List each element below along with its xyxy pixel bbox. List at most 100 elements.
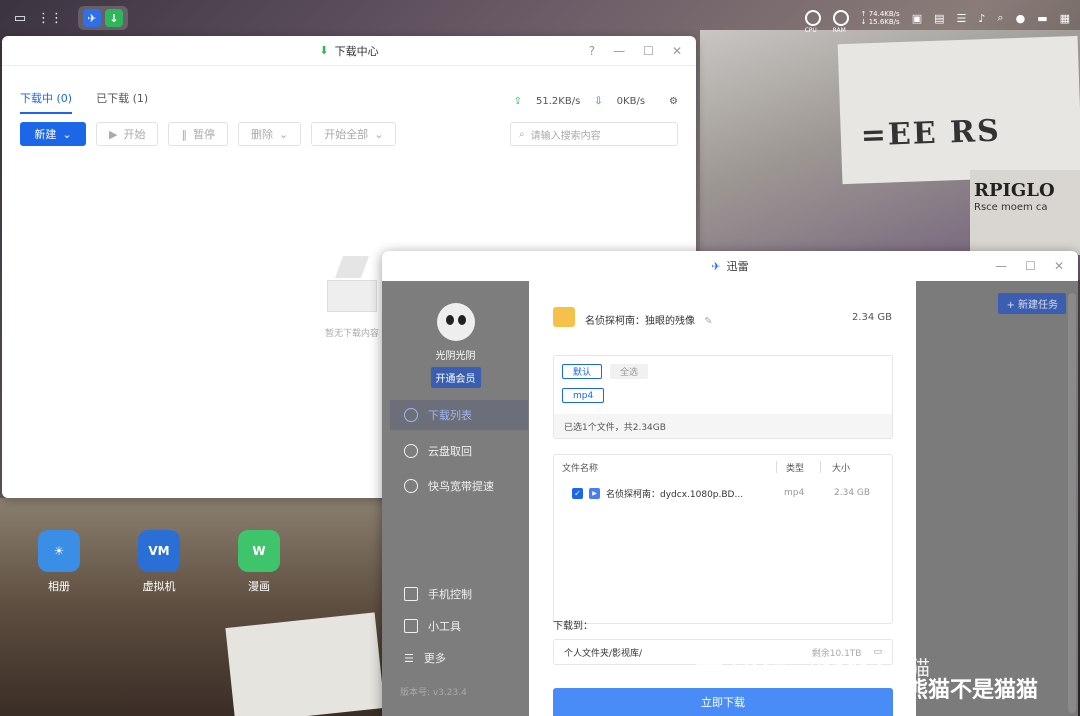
- download-list-icon: [404, 408, 418, 422]
- download-app-icon[interactable]: ↓: [105, 9, 123, 27]
- pause-button-label: 暂停: [192, 128, 215, 141]
- xunlei-window: ✈ 迅雷 — ☐ ✕ 光阴光阴 开通会员 下载列表 云盘取回 快鸟宽带提速 手机…: [382, 251, 1078, 716]
- start-button-label: 开始: [123, 128, 146, 141]
- chevron-down-icon: ⌄: [62, 127, 72, 141]
- sidebar-item-label: 快鸟宽带提速: [428, 480, 494, 493]
- wechat-logo-icon: [696, 655, 722, 678]
- wallpaper-newspaper: =EE RS: [837, 35, 1080, 185]
- window-title: 下载中心: [334, 44, 379, 58]
- speed-indicators: ⇪ 51.2KB/s ⇩ 0KB/s ⚙: [514, 96, 678, 107]
- edit-icon[interactable]: ✎: [704, 316, 712, 327]
- chevron-down-icon: ⌄: [278, 127, 289, 141]
- desktop-app-photos[interactable]: ☀ 相册: [24, 530, 94, 594]
- vip-button[interactable]: 开通会员: [430, 367, 481, 388]
- xunlei-sidebar: 光阴光阴 开通会员 下载列表 云盘取回 快鸟宽带提速 手机控制 小工具 ☰ 更多 …: [382, 281, 529, 716]
- video-file-icon: ▶: [589, 487, 600, 499]
- search-icon[interactable]: ⌕: [997, 11, 1003, 25]
- sidebar-item-phone-control[interactable]: 手机控制: [390, 579, 528, 609]
- watermark-text: 公众号 · Panda不是猫: [730, 656, 931, 680]
- ram-gauge-icon[interactable]: RAM: [832, 10, 849, 34]
- folder-icon: [553, 307, 575, 327]
- watermark-text-2: 熊猫不是猫猫: [906, 678, 1039, 703]
- photos-icon: ☀: [38, 530, 80, 572]
- storage-icon[interactable]: ▣: [912, 12, 922, 25]
- settings-gear-icon[interactable]: ⚙: [669, 96, 678, 107]
- checkbox-checked-icon[interactable]: ✓: [572, 487, 583, 499]
- start-all-button[interactable]: 开始全部 ⌄: [311, 122, 397, 146]
- sidebar-item-cloud-retrieve[interactable]: 云盘取回: [390, 436, 528, 466]
- help-icon[interactable]: ?: [589, 44, 595, 58]
- desktop-app-label: 相册: [48, 580, 70, 593]
- avatar[interactable]: [436, 303, 475, 341]
- desktop-app-vm[interactable]: VM 虚拟机: [124, 530, 194, 594]
- menu-icon: ☰: [404, 651, 414, 665]
- download-path: 个人文件夹/影视库/: [564, 648, 643, 659]
- xunlei-app-icon[interactable]: ✈: [83, 9, 101, 27]
- close-icon[interactable]: ✕: [1054, 259, 1064, 273]
- default-option[interactable]: 默认: [562, 364, 603, 379]
- file-size: 2.34 GB: [834, 488, 871, 498]
- delete-button[interactable]: 删除 ⌄: [237, 122, 302, 146]
- new-button[interactable]: 新建 ⌄: [20, 122, 86, 146]
- notification-bell-icon[interactable]: ♪: [978, 12, 985, 25]
- filter-options-box: 默认 全选 mp4 已选1个文件，共2.34GB: [553, 355, 893, 439]
- column-divider: [776, 461, 777, 473]
- dashboard-icon[interactable]: ▦: [1060, 12, 1070, 25]
- select-all-option[interactable]: 全选: [610, 364, 649, 379]
- window-titlebar[interactable]: ✈ 迅雷 — ☐ ✕: [382, 251, 1078, 281]
- file-table: 文件名称 类型 大小 ✓ ▶ 名侦探柯南：dydcx.1080p.BD... m…: [553, 454, 893, 624]
- search-placeholder: 请输入搜索内容: [530, 130, 601, 142]
- tab-downloading[interactable]: 下载中 (0): [20, 90, 73, 114]
- sidebar-item-tools[interactable]: 小工具: [390, 611, 528, 641]
- download-now-button[interactable]: 立即下载: [553, 688, 893, 716]
- start-button[interactable]: ▶ 开始: [96, 122, 159, 146]
- maximize-icon[interactable]: ☐: [1025, 259, 1036, 273]
- format-filter-mp4[interactable]: mp4: [562, 388, 605, 403]
- wallpaper-papers: [225, 612, 385, 716]
- new-task-button[interactable]: + 新建任务: [998, 293, 1066, 314]
- user-icon[interactable]: ●: [1016, 12, 1026, 25]
- app-grid-icon[interactable]: ⋮⋮: [37, 8, 63, 28]
- pause-button[interactable]: ‖ 暂停: [168, 122, 228, 146]
- upload-speed-icon: ⇪: [513, 96, 523, 107]
- widgets-icon[interactable]: ▬: [1037, 12, 1047, 25]
- table-row[interactable]: ✓ ▶ 名侦探柯南：dydcx.1080p.BD... mp4 2.34 GB: [572, 485, 888, 501]
- window-titlebar[interactable]: ⬇ 下载中心 ? — ☐ ✕: [2, 36, 696, 66]
- cpu-gauge-icon[interactable]: CPU: [804, 10, 821, 34]
- folder-name-row: 名侦探柯南：独眼的残像 ✎: [585, 312, 713, 327]
- version-text: 版本号: v3.23.4: [400, 688, 467, 698]
- search-icon: ⌕: [519, 128, 525, 140]
- search-input[interactable]: ⌕ 请输入搜索内容: [510, 122, 678, 146]
- sidebar-item-label: 小工具: [428, 620, 461, 633]
- xunlei-content-dimmed: + 新建任务: [916, 281, 1078, 716]
- sidebar-item-more[interactable]: ☰ 更多: [390, 643, 528, 673]
- desktop-app-comics[interactable]: W 漫画: [224, 530, 294, 594]
- desktop-icon[interactable]: ▭: [10, 8, 30, 28]
- network-speed[interactable]: ↑ 74.4KB/s ↓ 15.6KB/s: [861, 10, 900, 26]
- grid-icon: [404, 619, 418, 633]
- column-divider: [820, 461, 821, 473]
- watermark: 公众号 · Panda不是猫: [696, 652, 930, 681]
- net-up: ↑ 74.4KB/s: [860, 10, 900, 18]
- window-title: 迅雷: [726, 260, 749, 273]
- column-header-name: 文件名称: [562, 464, 599, 474]
- monitor-icon[interactable]: ▤: [934, 12, 944, 25]
- minimize-icon[interactable]: —: [995, 259, 1007, 273]
- tab-downloaded[interactable]: 已下载 (1): [96, 90, 148, 114]
- close-icon[interactable]: ✕: [672, 44, 682, 58]
- upload-speed: 51.2KB/s: [536, 96, 581, 107]
- desktop-app-label: 漫画: [248, 580, 270, 593]
- sidebar-item-label: 下载列表: [428, 409, 472, 422]
- minimize-icon[interactable]: —: [613, 44, 625, 58]
- sidebar-item-speedup[interactable]: 快鸟宽带提速: [390, 471, 528, 501]
- download-speed-icon: ⇩: [594, 96, 603, 107]
- control-panel-icon[interactable]: ☰: [957, 12, 967, 25]
- folder-name: 名侦探柯南：独眼的残像: [585, 316, 695, 327]
- column-header-size: 大小: [832, 464, 851, 474]
- maximize-icon[interactable]: ☐: [643, 44, 654, 58]
- cpu-label: CPU: [804, 27, 817, 34]
- scrollbar[interactable]: [1068, 293, 1076, 713]
- sidebar-item-label: 更多: [423, 652, 446, 665]
- sidebar-item-download-list[interactable]: 下载列表: [390, 400, 528, 430]
- folder-size: 2.34 GB: [851, 312, 892, 323]
